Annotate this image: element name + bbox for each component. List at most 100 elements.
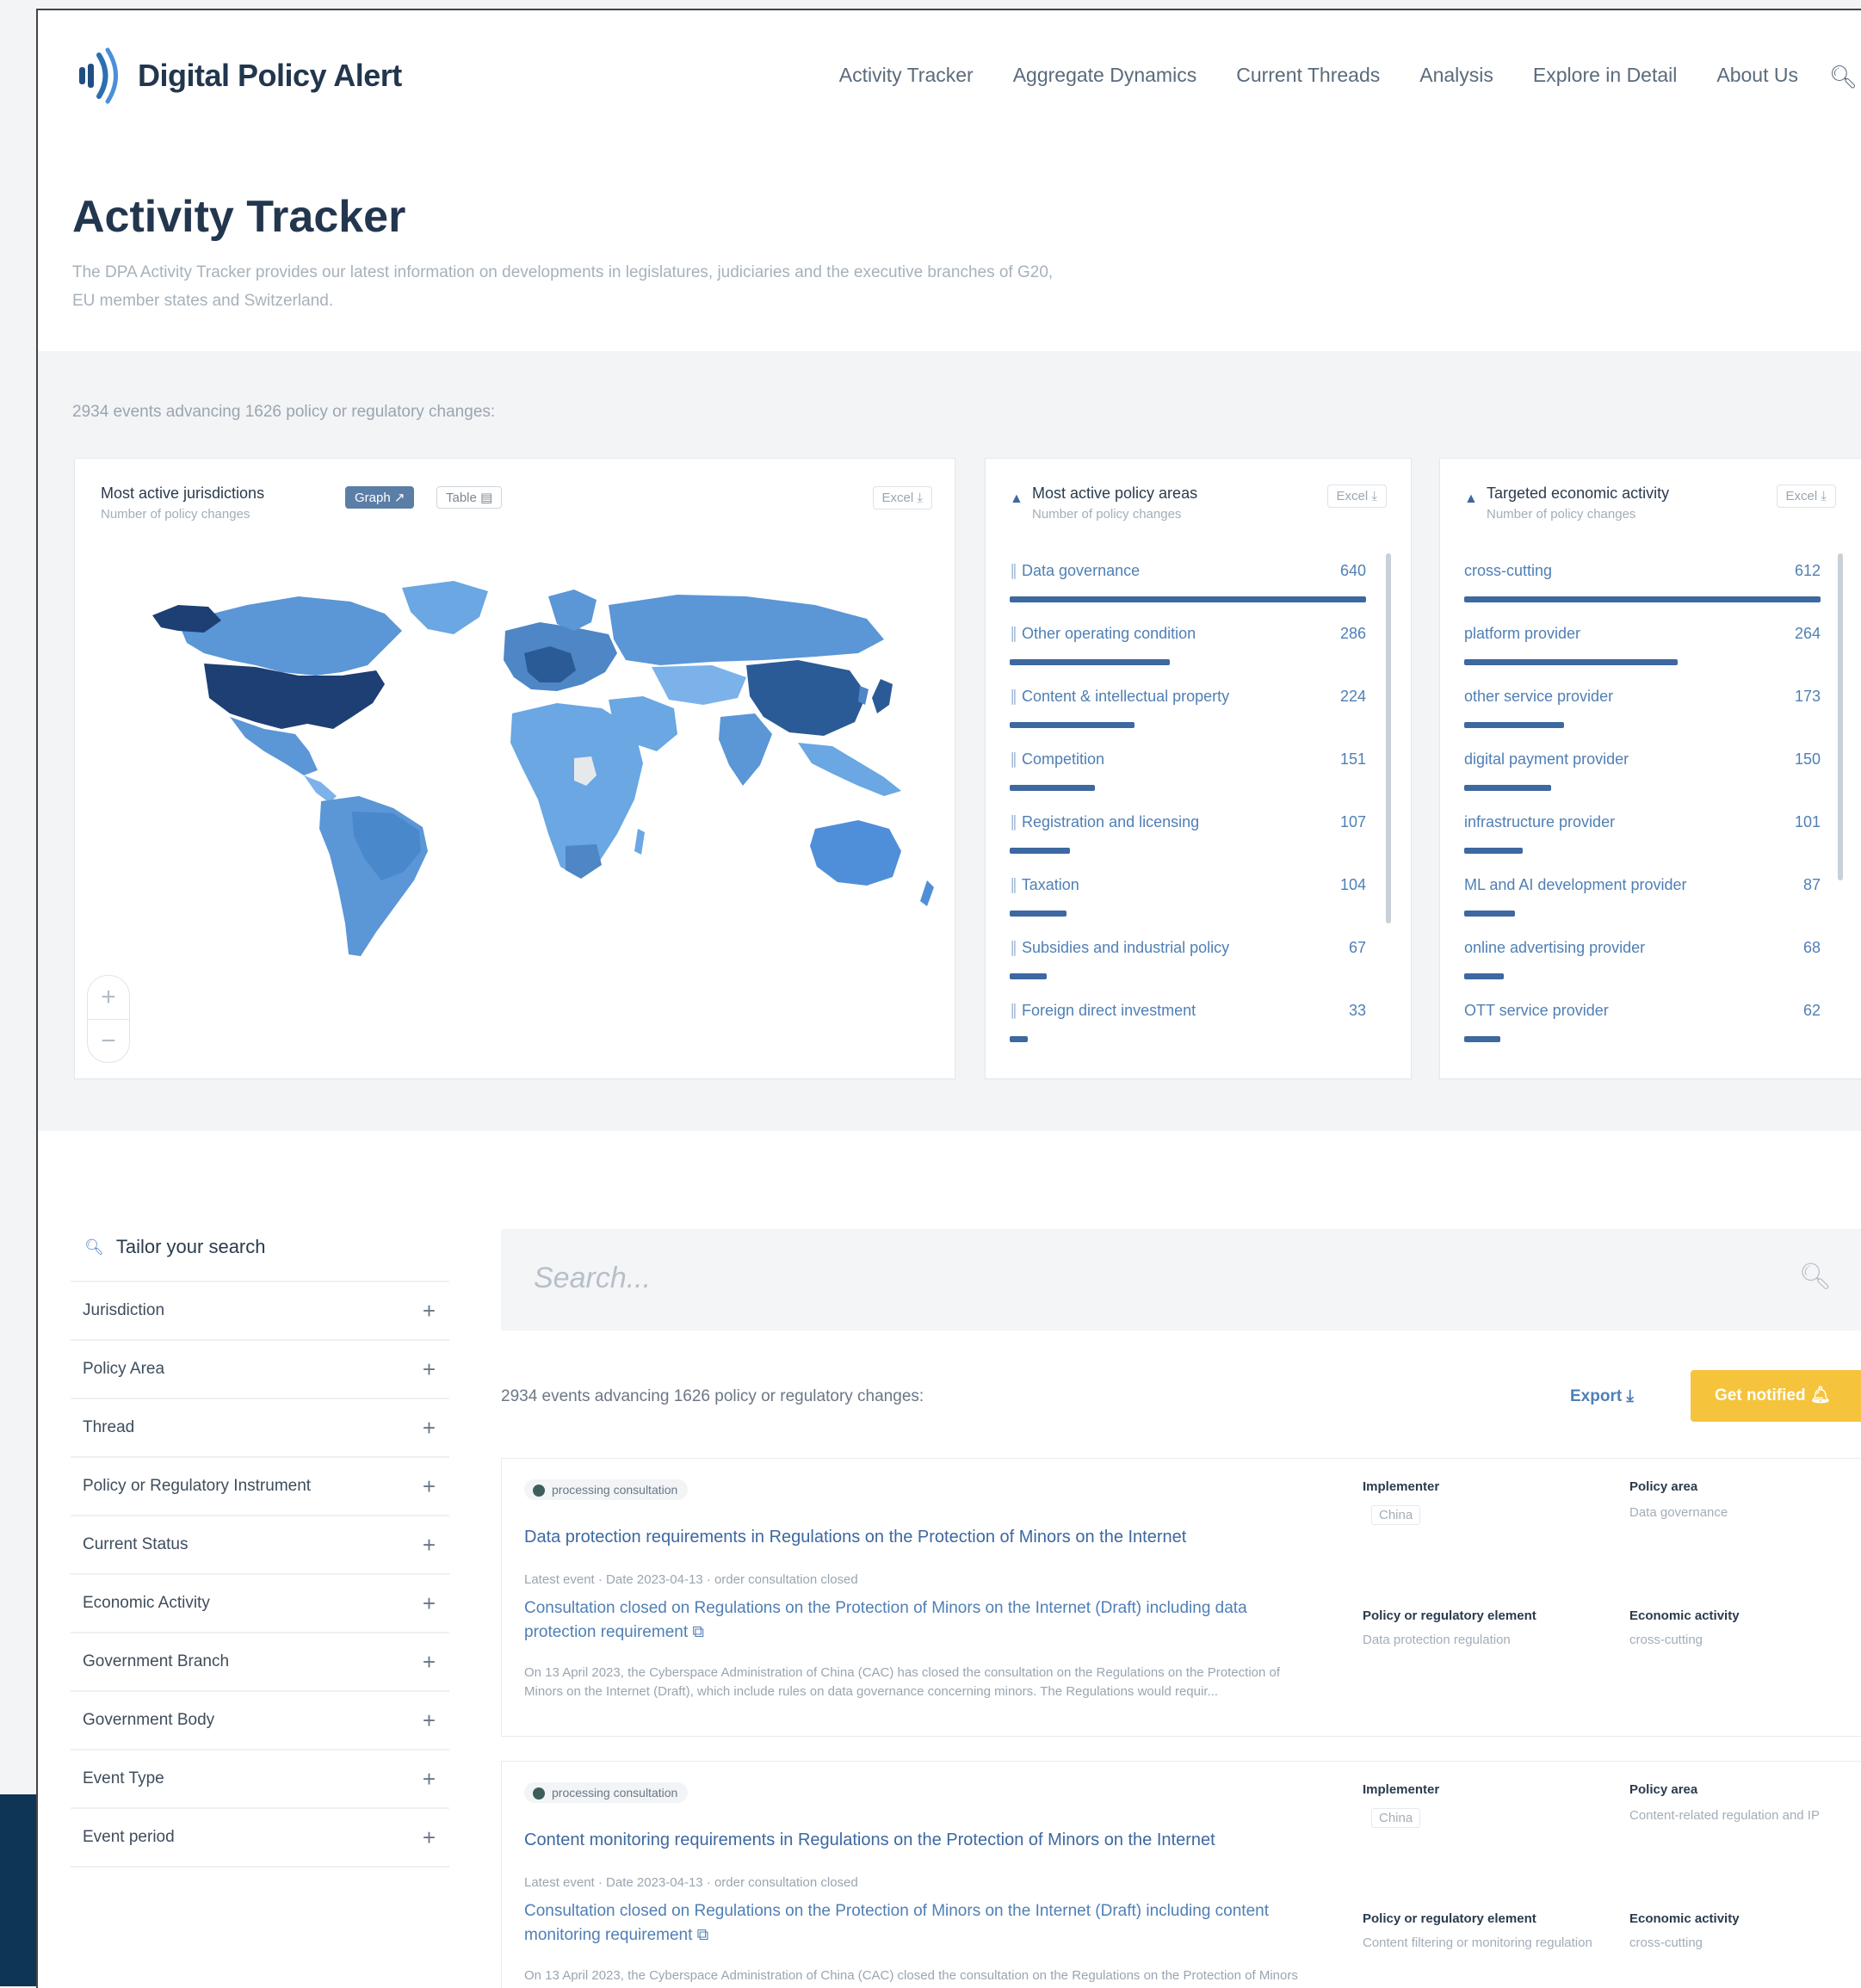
drag-handle-icon: ∥: [1010, 688, 1023, 705]
economic-activity-row[interactable]: cross-cutting 612: [1464, 553, 1821, 616]
event-lead-link[interactable]: Consultation closed on Regulations on th…: [524, 1596, 1308, 1645]
economic-activity-label-text: infrastructure provider: [1464, 813, 1616, 830]
event-card: processing consultation Data protection r…: [501, 1458, 1861, 1737]
plus-icon[interactable]: +: [423, 1473, 436, 1500]
graph-toggle-button[interactable]: Graph ↗: [345, 486, 415, 509]
economic-activity-card: Targeted economic activity Number of pol…: [1439, 458, 1861, 1079]
economic-activity-row[interactable]: other service provider 173: [1464, 679, 1821, 742]
nav-activity-tracker[interactable]: Activity Tracker: [839, 64, 974, 90]
plus-icon[interactable]: +: [423, 1824, 436, 1851]
search-icon[interactable]: 🔍︎: [1799, 1262, 1832, 1292]
download-icon: ⤓: [1626, 1387, 1634, 1405]
excel-label: Excel: [881, 491, 914, 505]
world-map[interactable]: [127, 571, 936, 966]
policy-area-bar: [1010, 659, 1171, 665]
economic-activity-value: 101: [1794, 813, 1821, 830]
policy-area-row[interactable]: ∥ Subsidies and industrial policy 67: [1010, 930, 1366, 993]
excel-download-button[interactable]: Excel ⤓: [872, 486, 932, 509]
policy-area-row[interactable]: ∥ Content & intellectual property 224: [1010, 679, 1366, 742]
policy-area-label-text: Other operating condition: [1022, 625, 1196, 642]
map-region-india: [719, 713, 772, 786]
map-region-canada: [178, 596, 402, 676]
filter-policy-or-regulatory-instrument[interactable]: Policy or Regulatory Instrument +: [71, 1458, 449, 1516]
plus-icon[interactable]: +: [423, 1298, 436, 1324]
nav-explore-in-detail[interactable]: Explore in Detail: [1533, 64, 1677, 90]
economic-excel-button[interactable]: Excel ⤓: [1776, 485, 1836, 508]
policy-area-bar: [1010, 596, 1366, 602]
map-zoom-control: + −: [87, 975, 130, 1063]
economic-scrollbar[interactable]: [1838, 553, 1843, 880]
get-notified-button[interactable]: Get notified 🔔︎: [1691, 1370, 1861, 1422]
status-dot-icon: [533, 1787, 545, 1800]
economic-activity-label: platform provider: [1464, 625, 1580, 643]
filter-policy-area[interactable]: Policy Area +: [71, 1341, 449, 1399]
policy-area-row[interactable]: ∥ Registration and licensing 107: [1010, 805, 1366, 867]
nav-aggregate-dynamics[interactable]: Aggregate Dynamics: [1013, 64, 1197, 90]
search-icon[interactable]: 🔍︎: [1829, 64, 1858, 90]
policy-area-row[interactable]: ∥ Competition 151: [1010, 742, 1366, 805]
nav-analysis[interactable]: Analysis: [1419, 64, 1493, 90]
filter-government-body[interactable]: Government Body +: [71, 1692, 449, 1750]
policy-area-value: 224: [1339, 688, 1366, 705]
download-icon: ⤓: [1371, 489, 1377, 503]
filter-sidebar: 🔍︎ Tailor your search Jurisdiction + Polic…: [71, 1213, 449, 1868]
policy-area-row[interactable]: ∥ Data governance 640: [1010, 553, 1366, 616]
nav-current-threads[interactable]: Current Threads: [1236, 64, 1380, 90]
plus-icon[interactable]: +: [423, 1415, 436, 1442]
economic-activity-row[interactable]: online advertising provider 68: [1464, 930, 1821, 993]
drag-handle-icon: ∥: [1010, 625, 1023, 642]
economic-activity-label: Economic activity: [1629, 1911, 1740, 1926]
nav-about-us[interactable]: About Us: [1716, 64, 1798, 90]
policy-area-bar: [1010, 848, 1071, 854]
zoom-out-button[interactable]: −: [88, 1020, 129, 1063]
event-meta: Latest event · Date 2023-04-13 · order c…: [524, 1875, 858, 1890]
economic-activity-row[interactable]: OTT service provider 62: [1464, 993, 1821, 1056]
logo[interactable]: Digital Policy Alert: [77, 46, 402, 105]
event-card: processing consultation Content monitorin…: [501, 1761, 1861, 1988]
zoom-in-button[interactable]: +: [88, 976, 129, 1020]
search-input[interactable]: Search... 🔍︎: [501, 1229, 1861, 1330]
implementer-label: Implementer: [1363, 1782, 1440, 1797]
economic-activity-label: ML and AI development provider: [1464, 876, 1687, 894]
element-label: Policy or regulatory element: [1363, 1608, 1536, 1623]
event-title-link[interactable]: Content monitoring requirements in Regul…: [524, 1831, 1215, 1850]
plus-icon[interactable]: +: [423, 1532, 436, 1559]
policy-area-label: ∥ Subsidies and industrial policy: [1010, 939, 1229, 957]
policy-excel-button[interactable]: Excel ⤓: [1326, 485, 1387, 508]
economic-activity-value: 150: [1794, 750, 1821, 768]
economic-activity-row[interactable]: digital payment provider 150: [1464, 742, 1821, 805]
filter-label: Policy or Regulatory Instrument: [83, 1477, 312, 1495]
economic-activity-row[interactable]: infrastructure provider 101: [1464, 805, 1821, 867]
economic-activity-label-text: cross-cutting: [1464, 562, 1553, 579]
plus-icon[interactable]: +: [423, 1707, 436, 1734]
policy-area-row[interactable]: ∥ Other operating condition 286: [1010, 616, 1366, 679]
economic-activity-row[interactable]: platform provider 264: [1464, 616, 1821, 679]
table-toggle-button[interactable]: Table ▤: [436, 486, 503, 509]
implementer-value: China: [1371, 1505, 1421, 1525]
filter-jurisdiction[interactable]: Jurisdiction +: [71, 1282, 449, 1341]
filter-event-period[interactable]: Event period +: [71, 1809, 449, 1868]
economic-activity-title: Targeted economic activity: [1487, 485, 1670, 502]
bell-icon: 🔔︎: [1809, 1386, 1831, 1405]
plus-icon[interactable]: +: [423, 1766, 436, 1793]
event-lead-link[interactable]: Consultation closed on Regulations on th…: [524, 1899, 1308, 1948]
plus-icon[interactable]: +: [423, 1590, 436, 1617]
site-header: Digital Policy Alert Activity Tracker Ag…: [38, 10, 1861, 148]
policy-scrollbar[interactable]: [1386, 553, 1391, 923]
policy-area-row[interactable]: ∥ Taxation 104: [1010, 867, 1366, 930]
policy-area-row[interactable]: ∥ Foreign direct investment 33: [1010, 993, 1366, 1056]
filter-thread[interactable]: Thread +: [71, 1399, 449, 1458]
plus-icon[interactable]: +: [423, 1649, 436, 1676]
dashboard-count: 2934 events advancing 1626 policy or reg…: [72, 403, 496, 421]
filter-current-status[interactable]: Current Status +: [71, 1516, 449, 1575]
event-title-link[interactable]: Data protection requirements in Regulati…: [524, 1528, 1186, 1547]
jurisdictions-card: Most active jurisdictions Number of poli…: [74, 458, 955, 1079]
plus-icon[interactable]: +: [423, 1356, 436, 1383]
export-button[interactable]: Export ⤓: [1570, 1387, 1634, 1406]
economic-activity-row[interactable]: ML and AI development provider 87: [1464, 867, 1821, 930]
economic-activity-list: cross-cutting 612 platform provider 264 othe…: [1464, 553, 1821, 1056]
filter-label: Government Body: [83, 1711, 215, 1729]
filter-event-type[interactable]: Event Type +: [71, 1750, 449, 1809]
filter-economic-activity[interactable]: Economic Activity +: [71, 1575, 449, 1633]
filter-government-branch[interactable]: Government Branch +: [71, 1633, 449, 1692]
